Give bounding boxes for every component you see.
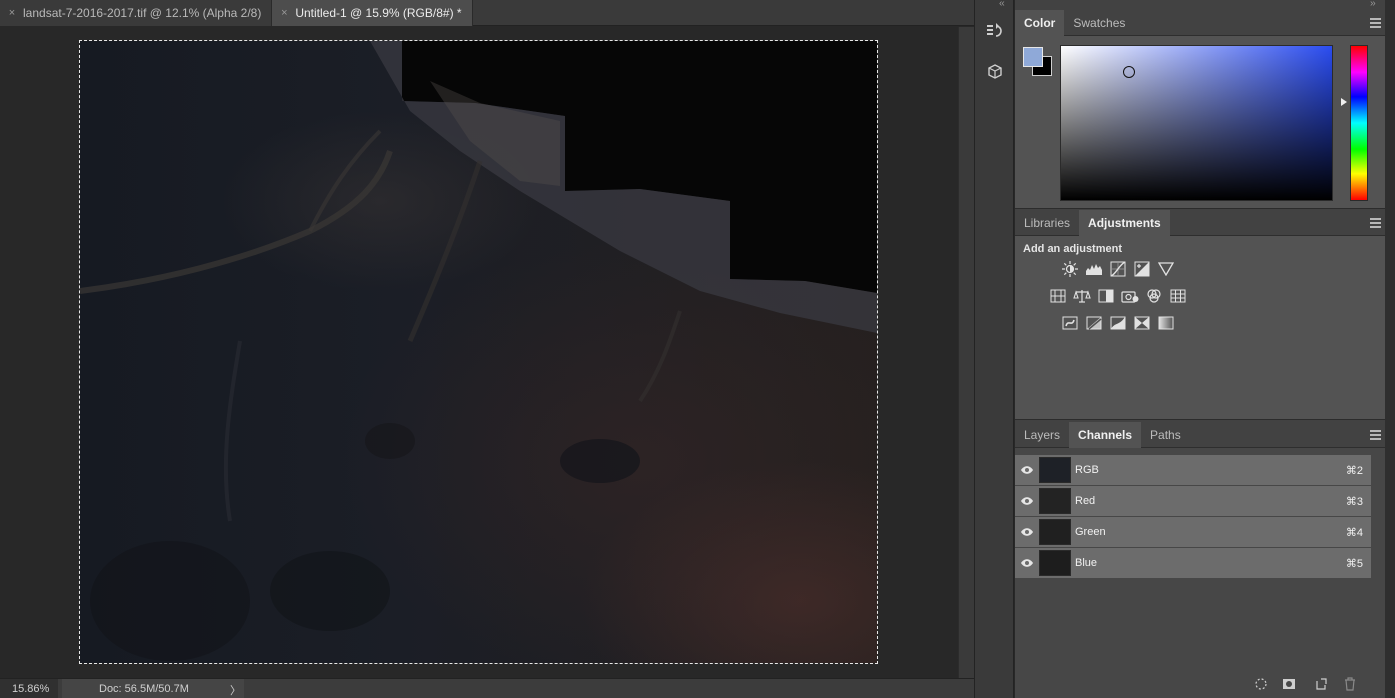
panel-menu-icon[interactable] [1370, 218, 1381, 230]
close-tab-icon[interactable]: × [278, 7, 290, 19]
panel-menu-icon[interactable] [1370, 430, 1381, 442]
channel-shortcut: ⌘3 [1345, 495, 1363, 508]
channel-thumbnail [1039, 488, 1071, 514]
levels-icon[interactable] [1085, 260, 1103, 278]
channel-shortcut: ⌘2 [1345, 464, 1363, 477]
channel-name: Green [1075, 526, 1106, 538]
tab-swatches[interactable]: Swatches [1064, 10, 1134, 36]
channel-thumbnail [1039, 519, 1071, 545]
fg-bg-swatches [1023, 47, 1055, 79]
hue-marker-icon[interactable] [1341, 98, 1347, 106]
right-panel-dock: ›› Color Swatches Libraries Adjustments [1015, 0, 1385, 698]
document-canvas[interactable] [79, 40, 878, 664]
collapse-strip-icon[interactable]: ‹‹ [999, 0, 1005, 9]
vibrance-icon[interactable] [1049, 287, 1067, 305]
hue-slider[interactable] [1350, 45, 1368, 201]
channel-row-blue[interactable]: Blue ⌘5 [1015, 548, 1371, 578]
curves-icon[interactable] [1109, 260, 1127, 278]
tab-layers[interactable]: Layers [1015, 422, 1069, 448]
tab-channels[interactable]: Channels [1069, 422, 1142, 448]
adjustment-row-1 [1061, 260, 1175, 278]
exposure-icon[interactable] [1133, 260, 1151, 278]
selective-color-icon[interactable] [1133, 314, 1151, 332]
color-panel-tabs: Color Swatches [1015, 10, 1385, 36]
gradient-map-icon[interactable] [1157, 314, 1175, 332]
channel-thumbnail [1039, 550, 1071, 576]
document-tabbar: × landsat-7-2016-2017.tif @ 12.1% (Alpha… [0, 0, 974, 26]
gradient-triangle-icon[interactable] [1157, 260, 1175, 278]
channel-row-green[interactable]: Green ⌘4 [1015, 517, 1371, 547]
channels-panel: Layers Channels Paths RGB ⌘2 Red ⌘3 Gree… [1015, 422, 1385, 698]
channel-shortcut: ⌘5 [1345, 557, 1363, 570]
channels-footer [1015, 668, 1385, 698]
status-menu-arrow-icon[interactable]: 〉 [230, 682, 241, 698]
panel-icon-strip: ‹‹ [974, 0, 1014, 698]
adjustments-panel: Libraries Adjustments Add an adjustment [1015, 210, 1385, 420]
tab-label: landsat-7-2016-2017.tif @ 12.1% (Alpha 2… [23, 6, 262, 20]
color-lookup-icon[interactable] [1169, 287, 1187, 305]
adjustments-title: Add an adjustment [1023, 243, 1123, 255]
tab-libraries[interactable]: Libraries [1015, 210, 1079, 236]
channel-row-rgb[interactable]: RGB ⌘2 [1015, 455, 1371, 485]
channel-name: RGB [1075, 464, 1099, 476]
satellite-image [80, 41, 877, 661]
panel-menu-icon[interactable] [1370, 18, 1381, 30]
channels-panel-tabs: Layers Channels Paths [1015, 422, 1385, 448]
new-channel-icon[interactable] [1313, 676, 1329, 692]
black-white-icon[interactable] [1097, 287, 1115, 305]
load-selection-icon[interactable] [1253, 676, 1269, 692]
visibility-eye-icon[interactable] [1015, 527, 1039, 537]
channel-name: Red [1075, 495, 1096, 507]
channel-shortcut: ⌘4 [1345, 526, 1363, 539]
tab-label: Untitled-1 @ 15.9% (RGB/8#) * [295, 6, 462, 20]
picker-cursor-icon[interactable] [1123, 66, 1135, 78]
panel-dock-scrollbar[interactable] [1385, 0, 1395, 698]
color-panel: Color Swatches [1015, 10, 1385, 209]
invert-icon[interactable] [1061, 314, 1079, 332]
close-tab-icon[interactable]: × [6, 7, 18, 19]
channel-thumbnail [1039, 457, 1071, 483]
zoom-level[interactable]: 15.86% [0, 679, 58, 698]
tab-color[interactable]: Color [1015, 10, 1065, 36]
status-bar: 15.86% Doc: 56.5M/50.7M 〉 [0, 678, 974, 698]
doc-size: Doc: 56.5M/50.7M [62, 679, 244, 698]
delete-channel-icon[interactable] [1342, 676, 1358, 692]
channel-mixer-icon[interactable] [1145, 287, 1163, 305]
adjustment-row-2 [1049, 287, 1187, 305]
color-picker-field[interactable] [1060, 45, 1333, 201]
tab-paths[interactable]: Paths [1141, 422, 1190, 448]
history-icon[interactable] [983, 20, 1007, 42]
adjustments-panel-tabs: Libraries Adjustments [1015, 210, 1385, 236]
color-balance-icon[interactable] [1073, 287, 1091, 305]
tab-untitled[interactable]: × Untitled-1 @ 15.9% (RGB/8#) * [272, 0, 473, 26]
tab-adjustments[interactable]: Adjustments [1079, 210, 1170, 236]
channel-name: Blue [1075, 557, 1098, 569]
collapse-panels-icon[interactable]: ›› [1370, 0, 1376, 9]
visibility-eye-icon[interactable] [1015, 465, 1039, 475]
channel-list: RGB ⌘2 Red ⌘3 Green ⌘4 Blue ⌘5 [1015, 455, 1371, 579]
posterize-icon[interactable] [1085, 314, 1103, 332]
visibility-eye-icon[interactable] [1015, 496, 1039, 506]
photoshop-window: × landsat-7-2016-2017.tif @ 12.1% (Alpha… [0, 0, 1395, 698]
brightness-contrast-icon[interactable] [1061, 260, 1079, 278]
photo-filter-icon[interactable] [1121, 287, 1139, 305]
canvas-area[interactable] [0, 27, 958, 678]
foreground-color-swatch[interactable] [1023, 47, 1043, 67]
channel-row-red[interactable]: Red ⌘3 [1015, 486, 1371, 516]
canvas-vertical-scrollbar[interactable] [958, 27, 974, 678]
visibility-eye-icon[interactable] [1015, 558, 1039, 568]
threshold-icon[interactable] [1109, 314, 1127, 332]
3d-icon[interactable] [983, 61, 1007, 83]
save-selection-icon[interactable] [1281, 676, 1297, 692]
adjustment-row-3 [1061, 314, 1175, 332]
tab-landsat[interactable]: × landsat-7-2016-2017.tif @ 12.1% (Alpha… [0, 0, 273, 26]
